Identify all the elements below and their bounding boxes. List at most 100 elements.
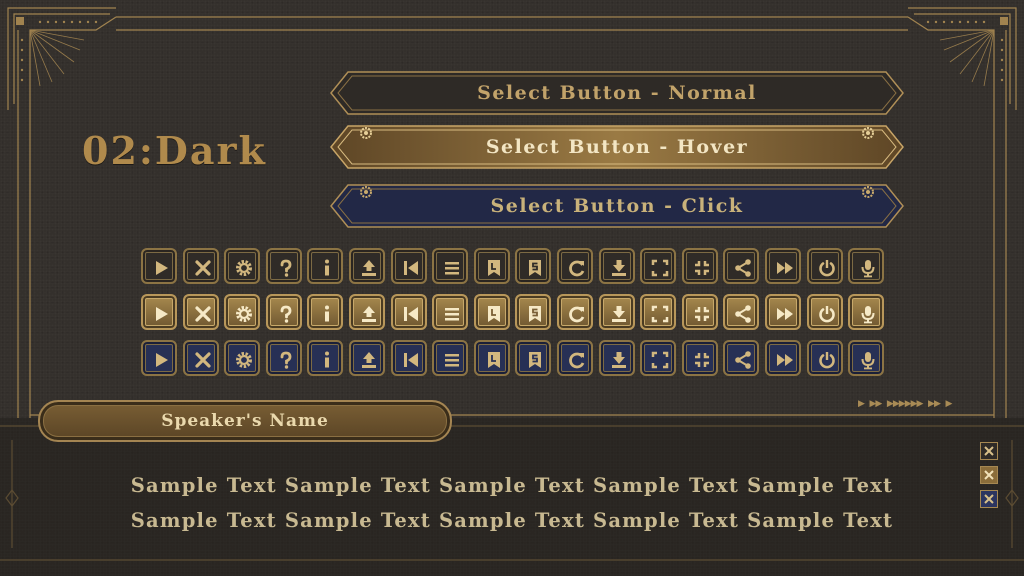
bookmark-l-icon bbox=[487, 306, 500, 322]
fast-forward-icon bbox=[777, 308, 793, 320]
play-icon bbox=[156, 261, 168, 275]
microphone-icon bbox=[861, 260, 875, 278]
reload-button-normal[interactable] bbox=[557, 248, 593, 284]
gear-icon bbox=[236, 352, 253, 368]
reload-button-hover[interactable] bbox=[557, 294, 593, 330]
reload-icon bbox=[569, 352, 585, 369]
fast-forward-button-hover[interactable] bbox=[765, 294, 801, 330]
download-button-click[interactable] bbox=[598, 340, 635, 376]
microphone-button-hover[interactable] bbox=[848, 294, 885, 330]
fast-forward-button-click[interactable] bbox=[765, 340, 801, 376]
close-icon bbox=[984, 446, 994, 456]
download-icon bbox=[611, 352, 626, 368]
menu-icon bbox=[445, 262, 460, 275]
message-text-line: Sample Text Sample Text Sample Text Samp… bbox=[130, 474, 894, 497]
menu-button-normal[interactable] bbox=[432, 248, 469, 284]
menu-button-click[interactable] bbox=[432, 340, 469, 376]
select-button-normal[interactable]: Select Button - Normal bbox=[330, 71, 904, 115]
select-button-label: Select Button - Click bbox=[490, 195, 744, 217]
close-button-click[interactable] bbox=[182, 340, 219, 376]
power-button-normal[interactable] bbox=[806, 248, 843, 284]
share-button-hover[interactable] bbox=[723, 294, 760, 330]
close-button-hover[interactable] bbox=[980, 466, 998, 484]
close-icon bbox=[194, 352, 211, 368]
power-icon bbox=[818, 352, 835, 369]
power-button-click[interactable] bbox=[806, 340, 843, 376]
fast-forward-icon bbox=[777, 354, 793, 366]
power-icon bbox=[818, 306, 835, 323]
help-icon bbox=[280, 351, 292, 369]
bookmark-s-icon bbox=[529, 352, 542, 368]
fullscreen-icon bbox=[651, 351, 669, 369]
microphone-button-click[interactable] bbox=[848, 340, 885, 376]
help-icon bbox=[280, 305, 292, 323]
close-icon bbox=[194, 306, 211, 322]
close-icon bbox=[984, 494, 994, 504]
share-icon bbox=[735, 259, 752, 277]
select-button-label: Select Button - Normal bbox=[477, 82, 757, 104]
exit-fullscreen-button-hover[interactable] bbox=[681, 294, 718, 330]
message-text-line: Sample Text Sample Text Sample Text Samp… bbox=[130, 509, 894, 532]
skip-back-button-hover[interactable] bbox=[390, 294, 427, 330]
reload-button-click[interactable] bbox=[557, 340, 593, 376]
menu-icon bbox=[445, 354, 460, 367]
bookmark-l-button-normal[interactable] bbox=[473, 248, 510, 284]
bookmark-s-button-hover[interactable] bbox=[515, 294, 552, 330]
fullscreen-button-normal[interactable] bbox=[640, 248, 677, 284]
help-button-normal[interactable] bbox=[265, 248, 302, 284]
fullscreen-icon bbox=[651, 305, 669, 323]
skip-back-button-normal[interactable] bbox=[390, 248, 427, 284]
fast-forward-icon bbox=[777, 262, 793, 274]
close-button-normal[interactable] bbox=[182, 248, 219, 284]
skip-back-button-click[interactable] bbox=[390, 340, 427, 376]
upload-icon bbox=[362, 260, 376, 276]
gear-button-normal[interactable] bbox=[224, 248, 261, 284]
bookmark-s-button-click[interactable] bbox=[515, 340, 552, 376]
gear-icon bbox=[236, 260, 253, 276]
play-button-normal[interactable] bbox=[141, 248, 177, 284]
close-button-click[interactable] bbox=[980, 490, 998, 508]
menu-button-hover[interactable] bbox=[432, 294, 469, 330]
exit-fullscreen-button-click[interactable] bbox=[681, 340, 718, 376]
power-button-hover[interactable] bbox=[806, 294, 843, 330]
help-button-hover[interactable] bbox=[265, 294, 302, 330]
bookmark-s-icon bbox=[529, 306, 542, 322]
fullscreen-button-hover[interactable] bbox=[640, 294, 677, 330]
bookmark-s-button-normal[interactable] bbox=[515, 248, 552, 284]
bookmark-l-button-hover[interactable] bbox=[473, 294, 510, 330]
fullscreen-button-click[interactable] bbox=[640, 340, 677, 376]
download-button-normal[interactable] bbox=[598, 248, 635, 284]
fast-forward-button-normal[interactable] bbox=[765, 248, 801, 284]
exit-fullscreen-icon bbox=[694, 307, 709, 321]
download-button-hover[interactable] bbox=[598, 294, 635, 330]
info-button-hover[interactable] bbox=[307, 294, 344, 330]
microphone-button-normal[interactable] bbox=[848, 248, 885, 284]
share-button-click[interactable] bbox=[723, 340, 760, 376]
bookmark-l-button-click[interactable] bbox=[473, 340, 510, 376]
gear-button-hover[interactable] bbox=[224, 294, 261, 330]
info-button-click[interactable] bbox=[307, 340, 344, 376]
exit-fullscreen-icon bbox=[694, 261, 709, 275]
select-button-click[interactable]: Select Button - Click bbox=[330, 184, 904, 228]
share-button-normal[interactable] bbox=[723, 248, 760, 284]
reload-icon bbox=[569, 260, 585, 277]
select-button-label: Select Button - Hover bbox=[485, 136, 749, 158]
exit-fullscreen-button-normal[interactable] bbox=[681, 248, 718, 284]
play-icon bbox=[156, 353, 168, 367]
info-button-normal[interactable] bbox=[307, 248, 344, 284]
play-button-hover[interactable] bbox=[141, 294, 177, 330]
help-button-click[interactable] bbox=[265, 340, 302, 376]
bookmark-l-icon bbox=[487, 352, 500, 368]
close-icon bbox=[194, 260, 211, 276]
play-button-click[interactable] bbox=[141, 340, 177, 376]
close-button-normal[interactable] bbox=[980, 442, 998, 460]
exit-fullscreen-icon bbox=[694, 353, 709, 367]
close-button-hover[interactable] bbox=[182, 294, 219, 330]
upload-button-normal[interactable] bbox=[349, 248, 385, 284]
fullscreen-icon bbox=[651, 259, 669, 277]
gear-button-click[interactable] bbox=[224, 340, 261, 376]
select-button-hover[interactable]: Select Button - Hover bbox=[330, 125, 904, 169]
page-title: 02:Dark bbox=[82, 128, 267, 173]
upload-button-hover[interactable] bbox=[349, 294, 385, 330]
upload-button-click[interactable] bbox=[349, 340, 385, 376]
